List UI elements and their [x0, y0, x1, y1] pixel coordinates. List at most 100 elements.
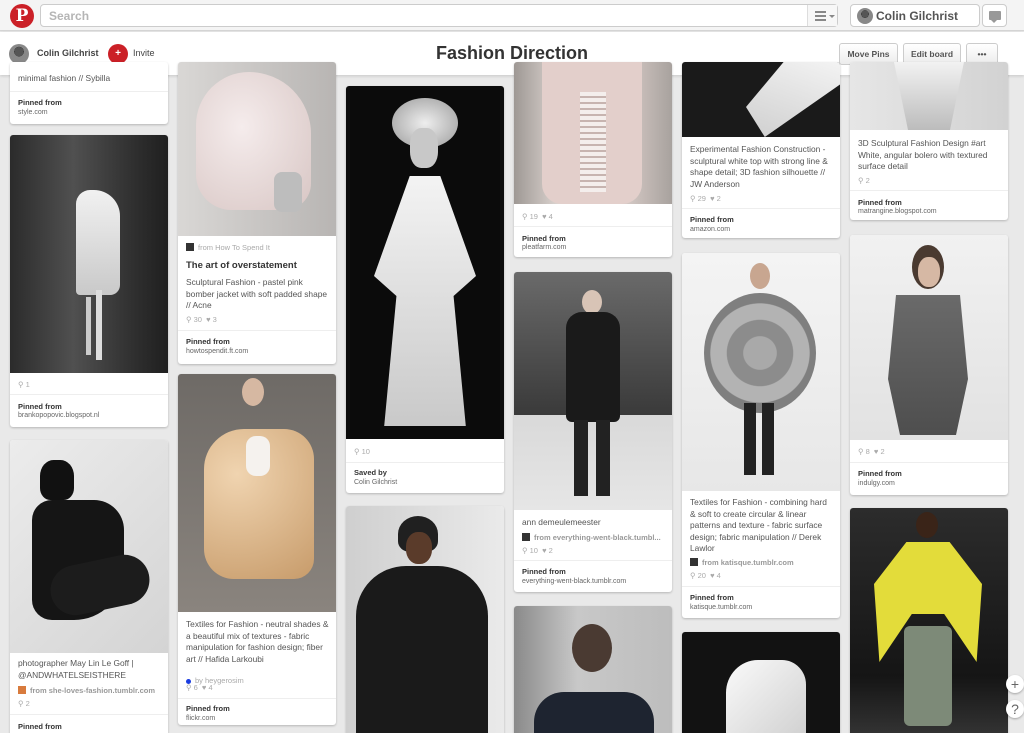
pin-card[interactable]: Textiles for Fashion - neutral shades & …	[178, 374, 336, 725]
pin-source[interactable]: style.com	[18, 109, 48, 116]
pinned-from-label: Pinned from	[690, 593, 734, 602]
pin-attribution[interactable]: from How To Spend It	[186, 243, 332, 252]
divider	[682, 208, 840, 209]
pin-source[interactable]: matrangine.blogspot.com	[858, 208, 937, 215]
pin-image[interactable]	[682, 62, 840, 137]
pin-card[interactable]: from How To Spend It The art of overstat…	[178, 62, 336, 364]
pin-card[interactable]: minimal fashion // Sybilla Pinned from s…	[10, 62, 168, 124]
pin-image[interactable]	[514, 606, 672, 733]
pin-description: minimal fashion // Sybilla	[18, 73, 111, 83]
pin-card[interactable]: Textiles for Fashion - combining hard & …	[682, 253, 840, 618]
pin-card[interactable]: ⚲ 8 ♥ 2 Pinned from indulgy.com	[850, 235, 1008, 495]
pin-image[interactable]	[850, 508, 1008, 733]
divider	[850, 190, 1008, 191]
pin-image[interactable]	[346, 86, 504, 439]
repin-count: ⚲ 10	[354, 447, 370, 456]
pin-source[interactable]: katisque.tumblr.com	[690, 604, 752, 611]
pinned-from-label: Pinned from	[18, 98, 62, 107]
pinned-from-label: Pinned from	[18, 402, 62, 411]
pin-card[interactable]	[514, 606, 672, 733]
pin-image[interactable]	[850, 62, 1008, 130]
pin-image[interactable]	[850, 235, 1008, 440]
pinned-from-label: Pinned from	[690, 215, 734, 224]
pin-image[interactable]	[514, 62, 672, 204]
pin-description: 3D Sculptural Fashion Design #art White,…	[858, 138, 988, 171]
pin-card[interactable]: 3D Sculptural Fashion Design #art White,…	[850, 62, 1008, 220]
user-menu-button[interactable]: Colin Gilchrist	[850, 4, 980, 27]
divider	[10, 91, 168, 92]
pin-image[interactable]	[346, 506, 504, 733]
notifications-icon[interactable]	[982, 4, 1007, 27]
pin-source[interactable]: brankopopovic.blogspot.nl	[18, 412, 99, 419]
user-name: Colin Gilchrist	[876, 9, 959, 23]
saved-by-label: Saved by	[354, 468, 387, 477]
divider	[178, 698, 336, 699]
pin-card[interactable]	[346, 506, 504, 733]
pin-description: Sculptural Fashion - pastel pink bomber …	[186, 277, 328, 310]
search-input[interactable]: Search	[40, 4, 838, 27]
divider	[682, 586, 840, 587]
pinned-from-label: Pinned from	[186, 337, 230, 346]
pin-image[interactable]	[178, 374, 336, 612]
repin-count: ⚲ 2	[858, 176, 870, 185]
pin-stats: ⚲ 20 ♥ 4	[690, 571, 721, 580]
pin-description: Textiles for Fashion - combining hard & …	[690, 497, 827, 553]
pin-card[interactable]: Experimental Fashion Construction - scul…	[682, 62, 840, 238]
pin-card[interactable]: ⚲ 19 ♥ 4 Pinned from pleatfarm.com	[514, 62, 672, 257]
pin-source[interactable]: indulgy.com	[858, 480, 895, 487]
pin-card[interactable]: ann demeulemeester from everything-went-…	[514, 272, 672, 592]
pin-image[interactable]	[514, 272, 672, 510]
pin-card[interactable]	[850, 508, 1008, 733]
pinned-from-label: Pinned from	[522, 234, 566, 243]
divider	[514, 560, 672, 561]
add-pin-button[interactable]: +	[1006, 675, 1024, 693]
pin-source[interactable]: amazon.com	[690, 226, 730, 233]
pinned-from-label: Pinned from	[186, 704, 230, 713]
pin-stats: ⚲ 30 ♥ 3	[186, 315, 217, 324]
divider	[10, 714, 168, 715]
pin-title[interactable]: The art of overstatement	[186, 260, 330, 271]
repin-count: ⚲ 1	[18, 380, 30, 389]
pin-attribution[interactable]: from everything-went-black.tumbl...	[522, 533, 668, 542]
pin-stats: ⚲ 10 ♥ 2	[522, 546, 553, 555]
divider	[178, 330, 336, 331]
pin-source[interactable]: pleatfarm.com	[522, 244, 566, 251]
pin-source[interactable]: howtospendit.ft.com	[186, 348, 248, 355]
divider	[514, 226, 672, 227]
pin-stats: ⚲ 19 ♥ 4	[522, 212, 553, 221]
pin-image[interactable]	[10, 440, 168, 653]
repin-count: ⚲ 2	[18, 699, 30, 708]
pin-card[interactable]: photographer May Lin Le Goff | @ANDWHATE…	[10, 440, 168, 733]
pin-description: ann demeulemeester	[522, 517, 601, 527]
pin-description: photographer May Lin Le Goff | @ANDWHATE…	[18, 658, 134, 680]
help-button[interactable]: ?	[1006, 700, 1024, 718]
pin-description: Textiles for Fashion - neutral shades & …	[186, 619, 329, 664]
pin-attribution[interactable]: from she-loves-fashion.tumblr.com	[18, 686, 164, 695]
pinned-from-label: Pinned from	[522, 567, 566, 576]
divider	[10, 394, 168, 395]
search-placeholder: Search	[49, 9, 90, 23]
pinned-from-label: Pinned from	[18, 722, 62, 731]
pin-source[interactable]: flickr.com	[186, 715, 215, 722]
pin-stats: ⚲ 29 ♥ 2	[690, 194, 721, 203]
pin-image[interactable]	[682, 632, 840, 733]
pin-card[interactable]: ⚲ 10 Saved by Colin Gilchrist	[346, 86, 504, 493]
pin-description: Experimental Fashion Construction - scul…	[690, 144, 828, 189]
avatar	[857, 8, 873, 24]
pin-stats: ⚲ 6 ♥ 4	[186, 683, 213, 692]
pin-image[interactable]	[178, 62, 336, 236]
pin-attribution[interactable]: from katisque.tumblr.com	[690, 558, 836, 567]
pinned-from-label: Pinned from	[858, 198, 902, 207]
pinned-from-label: Pinned from	[858, 469, 902, 478]
divider	[346, 462, 504, 463]
pin-card[interactable]: ⚲ 1 Pinned from brankopopovic.blogspot.n…	[10, 135, 168, 427]
pinterest-logo[interactable]: P	[10, 4, 34, 28]
chevron-down-icon	[829, 15, 835, 21]
divider	[850, 462, 1008, 463]
pin-image[interactable]	[10, 135, 168, 373]
pin-image[interactable]	[682, 253, 840, 491]
menu-icon[interactable]	[807, 5, 837, 26]
pin-card[interactable]	[682, 632, 840, 733]
pin-source[interactable]: everything-went-black.tumblr.com	[522, 578, 626, 585]
saved-by-user[interactable]: Colin Gilchrist	[354, 479, 397, 486]
